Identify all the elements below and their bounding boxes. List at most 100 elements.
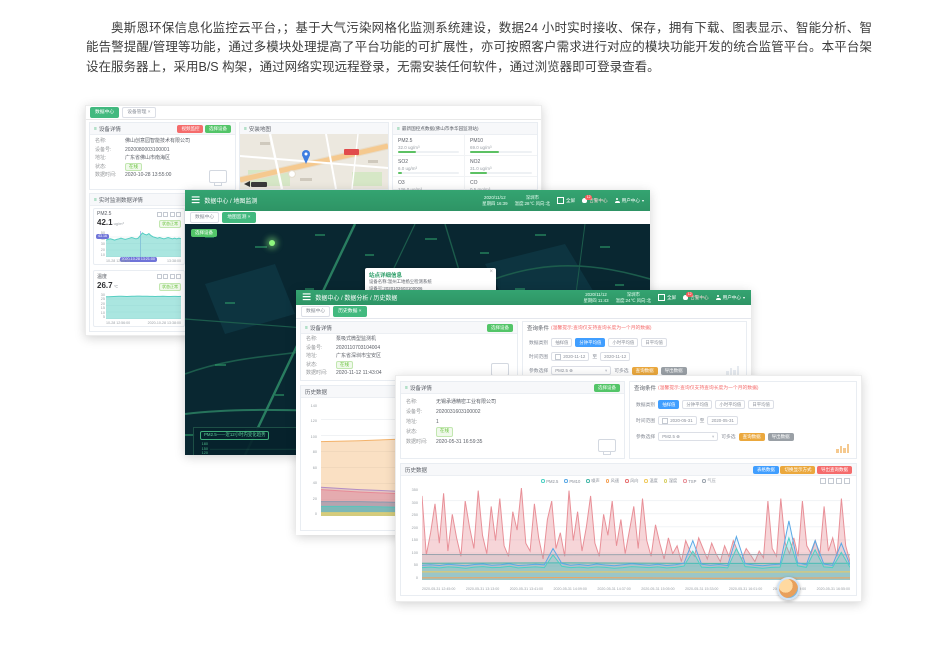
hamburger-icon[interactable]: ≡ bbox=[302, 289, 311, 307]
status-badge: 在线 bbox=[336, 361, 353, 370]
main-history-chart[interactable] bbox=[422, 488, 850, 580]
card-metric-name: PM2.5 bbox=[97, 211, 111, 217]
realtime-card-temp: 温度 26.7℃ 状态正常 30252015105 10-28 12:56:00… bbox=[93, 270, 185, 327]
screenshot-history-chart: ≡设备详情 选择设备 名称:无锡承通精密工业有限公司 设备号:202003160… bbox=[395, 375, 862, 602]
legend-item[interactable]: 噪声 bbox=[586, 478, 599, 484]
legend-item[interactable]: PM10 bbox=[564, 479, 580, 484]
panel-icon: ≡ bbox=[397, 126, 400, 132]
y-axis: 350300250200150100500 bbox=[405, 488, 418, 580]
parameter-select[interactable]: PM2.5 ⊗▾ bbox=[658, 432, 718, 441]
national-station-panel: ≡最新国控点数据(佛山市季华园监测站) PM2.532.0 ug/m³ PM10… bbox=[392, 122, 538, 190]
query-button[interactable]: 查询数据 bbox=[632, 367, 658, 375]
panel-title: 设备详情 bbox=[310, 324, 332, 332]
option-day-avg[interactable]: 日平均值 bbox=[641, 338, 667, 347]
option-sample[interactable]: 抽样值 bbox=[551, 338, 572, 347]
monitor-icon bbox=[209, 170, 227, 183]
trend-title: PM2.5——近12小时内变化趋势 bbox=[200, 431, 269, 440]
legend-dot bbox=[664, 479, 668, 483]
legend-dot bbox=[644, 479, 648, 483]
chevron-down-icon: ▾ bbox=[712, 433, 714, 440]
page: 奥斯恩环保信息化监控云平台，；基于大气污染网格化监测系统建设，数据24 小时实时… bbox=[0, 0, 945, 646]
street-map[interactable] bbox=[240, 134, 388, 189]
tab-history-data[interactable]: 历史数据 × bbox=[333, 306, 366, 317]
user-center-button[interactable]: 用户中心▾ bbox=[716, 295, 745, 301]
popup-device-name: 温州工地扬尘检测系统 bbox=[388, 279, 432, 284]
label-time-range: 时间范围 bbox=[636, 417, 655, 424]
alarm-center-button[interactable]: 12告警中心 bbox=[582, 198, 607, 204]
temp-mini-chart[interactable] bbox=[106, 293, 181, 319]
legend-item[interactable]: 湿度 bbox=[664, 478, 677, 484]
option-minute-avg[interactable]: 分钟平均值 bbox=[682, 400, 712, 409]
hamburger-icon[interactable]: ≡ bbox=[191, 192, 200, 210]
select-device-button[interactable]: 选择设备 bbox=[205, 125, 231, 133]
query-button[interactable]: 查询数据 bbox=[739, 433, 765, 441]
date-end-input[interactable]: 2020-11-12 bbox=[600, 352, 630, 361]
select-device-button[interactable]: 选择设备 bbox=[487, 324, 513, 332]
tab-data-center[interactable]: 数据中心 bbox=[301, 306, 330, 317]
metric-so2: SO26.0 ug/m³ bbox=[393, 156, 465, 177]
tab-device-manage[interactable]: 设备管理 × bbox=[122, 107, 155, 118]
label-parameter: 参数选择 bbox=[636, 433, 655, 440]
option-hour-avg[interactable]: 小时平均值 bbox=[608, 338, 638, 347]
export-button[interactable]: 导出数据 bbox=[768, 433, 794, 441]
select-device-button[interactable]: 选择设备 bbox=[594, 384, 620, 392]
y-axis: 140120100806040200 bbox=[305, 404, 317, 516]
alarm-center-button[interactable]: 12告警中心 bbox=[683, 295, 708, 301]
fullscreen-button[interactable]: 全屏 bbox=[557, 197, 575, 204]
breadcrumb: 数据中心 / 数据分析 / 历史数据 bbox=[315, 293, 397, 302]
pm25-mini-chart[interactable]: 43.16 2020-10-28 13:21:00 bbox=[106, 231, 181, 257]
tab-data-center[interactable]: 数据中心 bbox=[90, 107, 119, 118]
panel-title: 最新国控点数据(佛山市季华园监测站) bbox=[402, 126, 479, 132]
data-time: 2020-10-28 13:55:00 bbox=[125, 171, 171, 180]
panel-icon: ≡ bbox=[405, 385, 408, 391]
legend-item[interactable]: 温度 bbox=[644, 478, 657, 484]
date-start-input[interactable]: 2020-11-12 bbox=[551, 352, 589, 361]
weather-widget: 深圳市温度:24℃ 风向:北 bbox=[616, 292, 651, 303]
close-icon[interactable]: × bbox=[248, 215, 251, 220]
close-icon[interactable]: × bbox=[359, 309, 362, 314]
switch-display-button[interactable]: 切换显示方式 bbox=[780, 466, 815, 474]
parameter-select[interactable]: PM2.5 ⊗▾ bbox=[551, 366, 611, 375]
panel-title: 设备详情 bbox=[99, 125, 121, 133]
user-center-button[interactable]: 用户中心▾ bbox=[615, 198, 644, 204]
close-icon[interactable]: × bbox=[148, 110, 151, 115]
legend-dot bbox=[683, 479, 687, 483]
device-name: 无锡承通精密工业有限公司 bbox=[436, 397, 496, 407]
date-start-input[interactable]: 2020-05-31 bbox=[658, 416, 696, 425]
export-query-button[interactable]: 导出查询数据 bbox=[817, 466, 852, 474]
chart-tool-icons[interactable] bbox=[820, 478, 850, 484]
label-data-type: 数据类别 bbox=[529, 339, 548, 346]
device-address: 广东省深圳市宝安区 bbox=[336, 352, 381, 361]
legend-item[interactable]: 气压 bbox=[702, 478, 715, 484]
option-day-avg[interactable]: 日平均值 bbox=[748, 400, 774, 409]
legend-dot bbox=[625, 479, 629, 483]
refresh-icon bbox=[170, 274, 175, 279]
card-value: 42.1 bbox=[97, 218, 113, 227]
legend-item[interactable]: TSP bbox=[683, 479, 696, 484]
option-sample[interactable]: 抽样值 bbox=[658, 400, 679, 409]
table-data-button[interactable]: 表格数据 bbox=[753, 466, 779, 474]
panel-icon: ≡ bbox=[94, 126, 97, 132]
card-tool-icons[interactable] bbox=[157, 274, 182, 279]
legend-item[interactable]: 风向 bbox=[625, 478, 638, 484]
video-monitor-button[interactable]: 视频监控 bbox=[177, 125, 203, 133]
date-end-input[interactable]: 2020-05-31 bbox=[707, 416, 737, 425]
chart-legend[interactable]: PM2.5 PM10 噪声 风速风向温度 湿度 TSP 气压 bbox=[441, 478, 816, 484]
export-button[interactable]: 导出数据 bbox=[661, 367, 687, 375]
legend-item[interactable]: PM2.5 bbox=[541, 479, 558, 484]
panel-title: 设备详情 bbox=[410, 384, 432, 392]
floating-avatar[interactable] bbox=[777, 577, 800, 600]
card-tool-icons[interactable] bbox=[157, 212, 182, 217]
app-header: ≡ 数据中心 / 地图监测 2020/11/12星期四 16:39 深圳市温度:… bbox=[185, 190, 650, 211]
select-device-button[interactable]: 选择设备 bbox=[191, 229, 217, 237]
tab-map-monitor[interactable]: 地图监测 × bbox=[222, 212, 255, 223]
station-marker[interactable] bbox=[269, 240, 275, 246]
tab-data-center[interactable]: 数据中心 bbox=[190, 212, 219, 223]
fullscreen-button[interactable]: 全屏 bbox=[658, 294, 676, 301]
legend-dot bbox=[702, 479, 706, 483]
option-minute-avg[interactable]: 分钟平均值 bbox=[575, 338, 605, 347]
line-icon bbox=[820, 478, 826, 484]
close-icon[interactable]: × bbox=[489, 269, 493, 275]
legend-item[interactable]: 风速 bbox=[606, 478, 619, 484]
option-hour-avg[interactable]: 小时平均值 bbox=[715, 400, 745, 409]
